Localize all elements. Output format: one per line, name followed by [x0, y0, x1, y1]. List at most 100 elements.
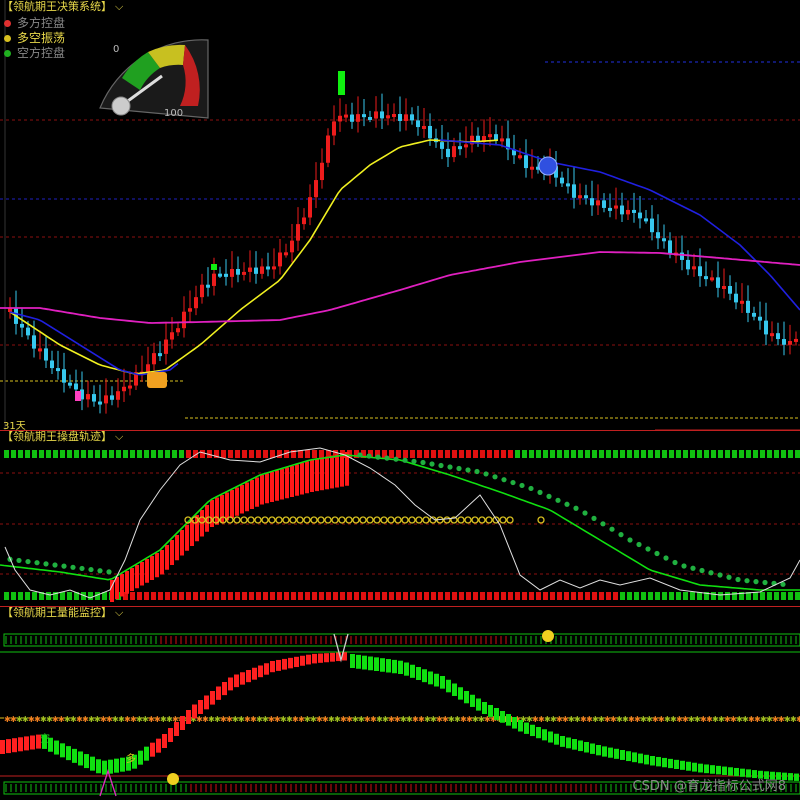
- band-circle: [478, 516, 486, 524]
- volume-bar: [692, 762, 697, 772]
- state-cell: [263, 592, 268, 600]
- volume-bar: [24, 736, 29, 751]
- trend-dot: [34, 560, 40, 566]
- state-cell: [648, 450, 653, 458]
- state-cell: [515, 592, 520, 600]
- state-cell: [711, 592, 716, 600]
- state-cell: [130, 592, 135, 600]
- trend-dot: [384, 455, 390, 461]
- volume-bar: [324, 653, 329, 663]
- state-cell: [438, 592, 443, 600]
- chevron-down-icon[interactable]: ⌵: [115, 0, 123, 13]
- state-cell: [11, 450, 16, 458]
- volume-bar: [162, 734, 167, 748]
- state-cell: [529, 592, 534, 600]
- gauge: 0 100: [99, 39, 209, 119]
- band-circle: [247, 516, 255, 524]
- state-cell: [403, 592, 408, 600]
- trend-bar: [255, 477, 259, 507]
- band-circle: [464, 516, 472, 524]
- candle-body: [458, 146, 462, 150]
- state-cell: [319, 592, 324, 600]
- state-cell: [312, 592, 317, 600]
- trend-dot: [52, 562, 58, 568]
- trend-dot: [672, 559, 678, 566]
- candle-body: [260, 266, 264, 274]
- state-cell: [774, 450, 779, 458]
- volume-pane-title[interactable]: 【领航期王量能监控】 ⌵: [2, 606, 123, 620]
- trend-bar: [340, 453, 344, 487]
- cup-icon: [147, 372, 167, 388]
- trajectory-pane[interactable]: 【领航期王操盘轨迹】 ⌵: [0, 430, 800, 606]
- volume-bar: [90, 756, 95, 771]
- volume-bar: [614, 748, 619, 759]
- trend-bar: [285, 467, 289, 499]
- volume-bar: [494, 708, 499, 720]
- trend-dot: [753, 579, 759, 585]
- candle-body: [38, 348, 42, 352]
- trend-bar: [290, 466, 294, 497]
- volume-bar: [138, 750, 143, 765]
- band-circle: [303, 516, 311, 524]
- candle-body: [182, 311, 186, 329]
- band-circle: [289, 516, 297, 524]
- chevron-down-icon[interactable]: ⌵: [115, 606, 123, 619]
- candle-body: [530, 166, 534, 170]
- gauge-hub: [111, 96, 131, 116]
- candle-body: [158, 353, 162, 357]
- candle-body: [392, 114, 396, 118]
- yellow-dot-icon: [4, 35, 11, 42]
- volume-bar: [668, 758, 673, 769]
- trend-bar: [250, 480, 254, 509]
- candle-body: [350, 114, 354, 122]
- volume-bar: [638, 753, 643, 764]
- candle-body: [590, 198, 594, 206]
- band-circle: [338, 516, 346, 524]
- trend-bar: [130, 568, 134, 591]
- state-cell: [522, 592, 527, 600]
- candle-body: [308, 197, 312, 218]
- candle-body: [296, 224, 300, 241]
- band-circle: [331, 516, 339, 524]
- state-cell: [39, 450, 44, 458]
- volume-bar: [186, 710, 191, 724]
- price-chart[interactable]: 0 100: [0, 0, 800, 430]
- chevron-down-icon[interactable]: ⌵: [115, 430, 123, 443]
- state-cell: [172, 592, 177, 600]
- candle-body: [446, 148, 450, 158]
- state-cell: [732, 592, 737, 600]
- volume-bar: [276, 659, 281, 671]
- volume-bar: [168, 728, 173, 742]
- signal-legend: 多方控盘 多空振荡 空方控盘: [4, 16, 65, 61]
- trajectory-chart[interactable]: [0, 430, 800, 606]
- state-cell: [669, 450, 674, 458]
- signal-square: [75, 391, 81, 401]
- candle-body: [74, 383, 78, 390]
- band-circle: [537, 516, 545, 524]
- band-circle: [233, 516, 241, 524]
- volume-chart[interactable]: ✱ ✱ ✱ ✱ ✱ ✱ ✱ ✱ ✱ ✱ ✱ ✱ ✱ ✱ ✱ ✱ ✱ ✱ ✱ ✱ ✱ ✱ ✱ ✱ ✱ ✱ ✱ ✱ ✱ ✱ ✱ ✱ ✱ ✱ ✱ ✱ ✱ ✱ ✱ ✱…: [0, 606, 800, 800]
- volume-bar: [374, 657, 379, 671]
- volume-bar: [518, 720, 523, 732]
- state-cell: [410, 450, 415, 458]
- volume-bar: [722, 766, 727, 775]
- green-dot-icon: [4, 50, 11, 57]
- main-pane-title[interactable]: 【领航期王决策系统】 ⌵: [2, 0, 123, 14]
- candle-body: [464, 144, 468, 148]
- band-circle: [373, 516, 381, 524]
- trajectory-pane-title[interactable]: 【领航期王操盘轨迹】 ⌵: [2, 430, 123, 444]
- trend-dot: [546, 493, 552, 499]
- main-price-pane[interactable]: 0 100 【领航期王决策系统】 ⌵ 多方控盘 多空振荡 空方控盘 31天: [0, 0, 800, 430]
- state-cell: [725, 450, 730, 458]
- state-cell: [382, 592, 387, 600]
- trend-bar: [275, 470, 279, 501]
- volume-bar: [428, 671, 433, 685]
- band-circle: [408, 516, 416, 524]
- candle-body: [758, 316, 762, 321]
- band-circle: [254, 516, 262, 524]
- volume-bar: [476, 698, 481, 711]
- candle-body: [668, 240, 672, 254]
- state-cell: [690, 592, 695, 600]
- volume-bar: [392, 659, 397, 674]
- volume-pane[interactable]: ✱ ✱ ✱ ✱ ✱ ✱ ✱ ✱ ✱ ✱ ✱ ✱ ✱ ✱ ✱ ✱ ✱ ✱ ✱ ✱ ✱ ✱ ✱ ✱ ✱ ✱ ✱ ✱ ✱ ✱ ✱ ✱ ✱ ✱ ✱ ✱ ✱ ✱ ✱ ✱…: [0, 606, 800, 800]
